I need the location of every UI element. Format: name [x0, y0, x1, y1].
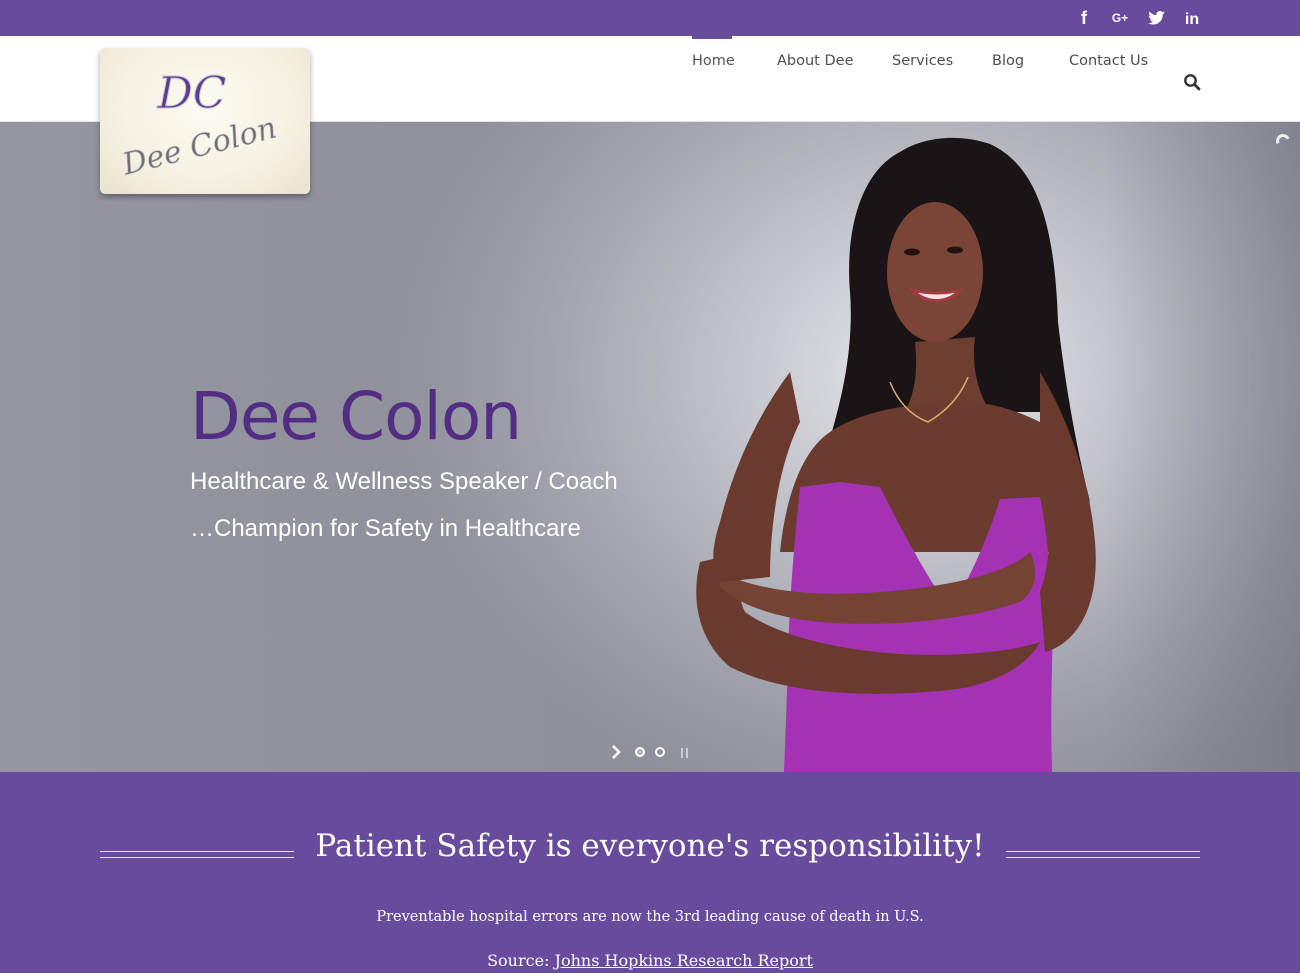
- nav-blog[interactable]: Blog: [992, 36, 1024, 86]
- hero-subtitle-tagline: …Champion for Safety in Healthcare: [190, 515, 581, 542]
- nav-about-dee[interactable]: About Dee: [777, 36, 854, 86]
- nav-home[interactable]: Home: [692, 36, 735, 86]
- search-icon[interactable]: [1182, 72, 1202, 92]
- site-logo[interactable]: DC Dee Colon: [100, 48, 310, 194]
- mission-source: Source: Johns Hopkins Research Report: [0, 951, 1300, 970]
- svg-text:in: in: [1185, 11, 1199, 28]
- svg-text:f: f: [1081, 8, 1088, 28]
- source-label: Source:: [487, 951, 550, 970]
- slider-dot-1[interactable]: [635, 747, 645, 757]
- google-plus-icon[interactable]: G+: [1108, 6, 1132, 30]
- mission-section: [0, 772, 1300, 973]
- nav-contact-us[interactable]: Contact Us: [1069, 36, 1148, 86]
- mission-title: Patient Safety is everyone's responsibil…: [315, 828, 985, 864]
- twitter-icon[interactable]: [1144, 6, 1168, 30]
- slider-next-icon[interactable]: [608, 744, 624, 760]
- linkedin-icon[interactable]: in: [1180, 6, 1204, 30]
- slider-pause-icon[interactable]: [679, 745, 691, 759]
- nav-services[interactable]: Services: [892, 36, 953, 86]
- logo-graphic: DC Dee Colon: [118, 68, 280, 184]
- svg-text:G+: G+: [1112, 11, 1128, 25]
- hero-subtitle-role: Healthcare & Wellness Speaker / Coach: [190, 468, 618, 495]
- hero-title: Dee Colon: [190, 378, 522, 455]
- facebook-icon[interactable]: f: [1072, 6, 1096, 30]
- source-link[interactable]: Johns Hopkins Research Report: [555, 951, 813, 970]
- svg-text:Dee Colon: Dee Colon: [118, 111, 280, 183]
- mission-statement: Preventable hospital errors are now the …: [376, 909, 924, 925]
- top-social-bar: f G+ in: [0, 0, 1300, 36]
- slider-dot-2[interactable]: [655, 747, 665, 757]
- hero-slider: Dee Colon Healthcare & Wellness Speaker …: [0, 122, 1300, 772]
- svg-text:DC: DC: [157, 68, 227, 119]
